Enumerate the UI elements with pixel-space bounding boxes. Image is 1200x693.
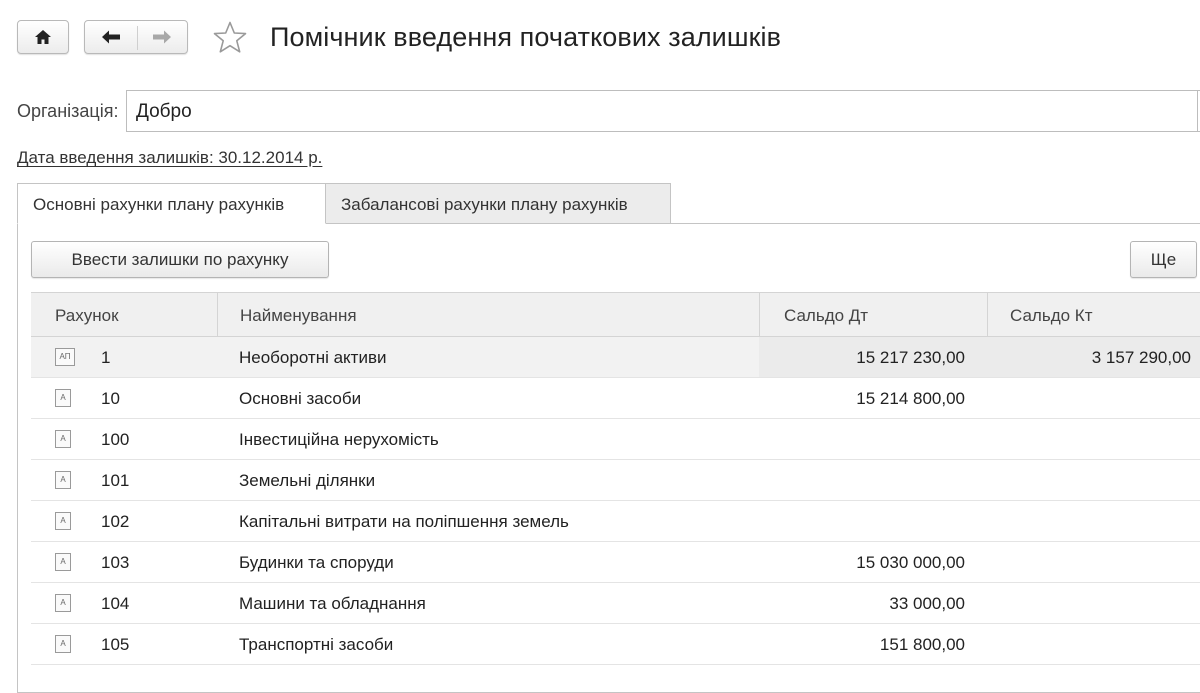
table-row[interactable]: АП 1 Необоротні активи 15 217 230,00 3 1… (31, 337, 1200, 378)
account-icon: А (55, 624, 75, 664)
organization-label: Організація: (17, 101, 119, 121)
account-group-icon: АП (55, 337, 75, 377)
table-row[interactable]: А 101 Земельні ділянки (31, 460, 1200, 501)
account-name: Основні засоби (239, 389, 362, 408)
credit-balance (987, 378, 1200, 418)
account-name: Необоротні активи (239, 348, 387, 367)
debit-balance (759, 419, 987, 459)
arrow-right-icon (153, 30, 171, 44)
account-name: Будинки та споруди (239, 553, 394, 572)
enter-balances-button[interactable]: Ввести залишки по рахунку (31, 241, 329, 278)
arrow-left-icon (102, 30, 120, 44)
table-row[interactable]: А 103 Будинки та споруди 15 030 000,00 (31, 542, 1200, 583)
account-code: 105 (101, 635, 130, 654)
history-navigation (84, 20, 188, 54)
debit-balance: 15 217 230,00 (759, 337, 987, 377)
account-code: 104 (101, 594, 130, 613)
home-icon (35, 30, 51, 44)
account-icon: А (55, 583, 75, 623)
home-button[interactable] (17, 20, 69, 54)
credit-balance: 3 157 290,00 (987, 337, 1200, 377)
debit-balance: 33 000,00 (889, 594, 965, 613)
account-icon: А (55, 501, 75, 541)
organization-field[interactable]: Добро (126, 90, 1200, 132)
account-name: Капітальні витрати на поліпшення земель (239, 512, 569, 531)
forward-button[interactable] (138, 21, 188, 53)
account-name: Машини та обладнання (239, 594, 426, 613)
table-row[interactable]: А 105 Транспортні засоби 151 800,00 (31, 624, 1200, 665)
more-button[interactable]: Ще (1130, 241, 1197, 278)
account-code: 101 (101, 471, 130, 490)
account-code: 102 (101, 512, 130, 531)
table-row[interactable]: А 102 Капітальні витрати на поліпшення з… (31, 501, 1200, 542)
debit-balance: 15 214 800,00 (856, 389, 965, 408)
account-code: 103 (101, 553, 130, 572)
top-bar: Помічник введення початкових залишків (0, 0, 1200, 80)
page-title: Помічник введення початкових залишків (270, 22, 782, 52)
back-button[interactable] (85, 21, 137, 53)
account-icon: А (55, 378, 75, 418)
debit-balance: 151 800,00 (879, 635, 965, 654)
account-code: 1 (101, 348, 111, 367)
star-icon[interactable] (212, 20, 248, 56)
account-name: Транспортні засоби (239, 635, 394, 654)
debit-balance (759, 501, 987, 541)
credit-balance (987, 542, 1200, 582)
column-header-account[interactable]: Рахунок (31, 293, 217, 337)
account-icon: А (55, 542, 75, 582)
accounts-table: Рахунок Найменування Сальдо Дт Сальдо Кт… (31, 292, 1200, 665)
column-header-debit[interactable]: Сальдо Дт (759, 293, 987, 337)
tab-off-balance-accounts[interactable]: Забалансові рахунки плану рахунків (326, 183, 671, 224)
credit-balance (987, 419, 1200, 459)
credit-balance (987, 583, 1200, 623)
table-row[interactable]: А 100 Інвестиційна нерухомість (31, 419, 1200, 460)
account-code: 100 (101, 430, 130, 449)
account-icon: А (55, 460, 75, 500)
opening-date-link[interactable]: Дата введення залишків: 30.12.2014 р. (17, 148, 322, 168)
credit-balance (987, 460, 1200, 500)
credit-balance (987, 624, 1200, 664)
table-row[interactable]: А 104 Машини та обладнання 33 000,00 (31, 583, 1200, 624)
account-icon: А (55, 419, 75, 459)
account-name: Інвестиційна нерухомість (239, 430, 439, 449)
account-name: Земельні ділянки (239, 471, 376, 490)
column-header-name[interactable]: Найменування (217, 293, 759, 337)
tab-main-accounts[interactable]: Основні рахунки плану рахунків (17, 183, 326, 224)
account-code: 10 (101, 389, 120, 408)
credit-balance (987, 501, 1200, 541)
debit-balance: 15 030 000,00 (856, 553, 965, 572)
debit-balance (759, 460, 987, 500)
column-header-credit[interactable]: Сальдо Кт (987, 293, 1200, 337)
organization-value: Добро (136, 101, 192, 122)
table-row[interactable]: А 10 Основні засоби 15 214 800,00 (31, 378, 1200, 419)
table-header: Рахунок Найменування Сальдо Дт Сальдо Кт (31, 292, 1200, 337)
